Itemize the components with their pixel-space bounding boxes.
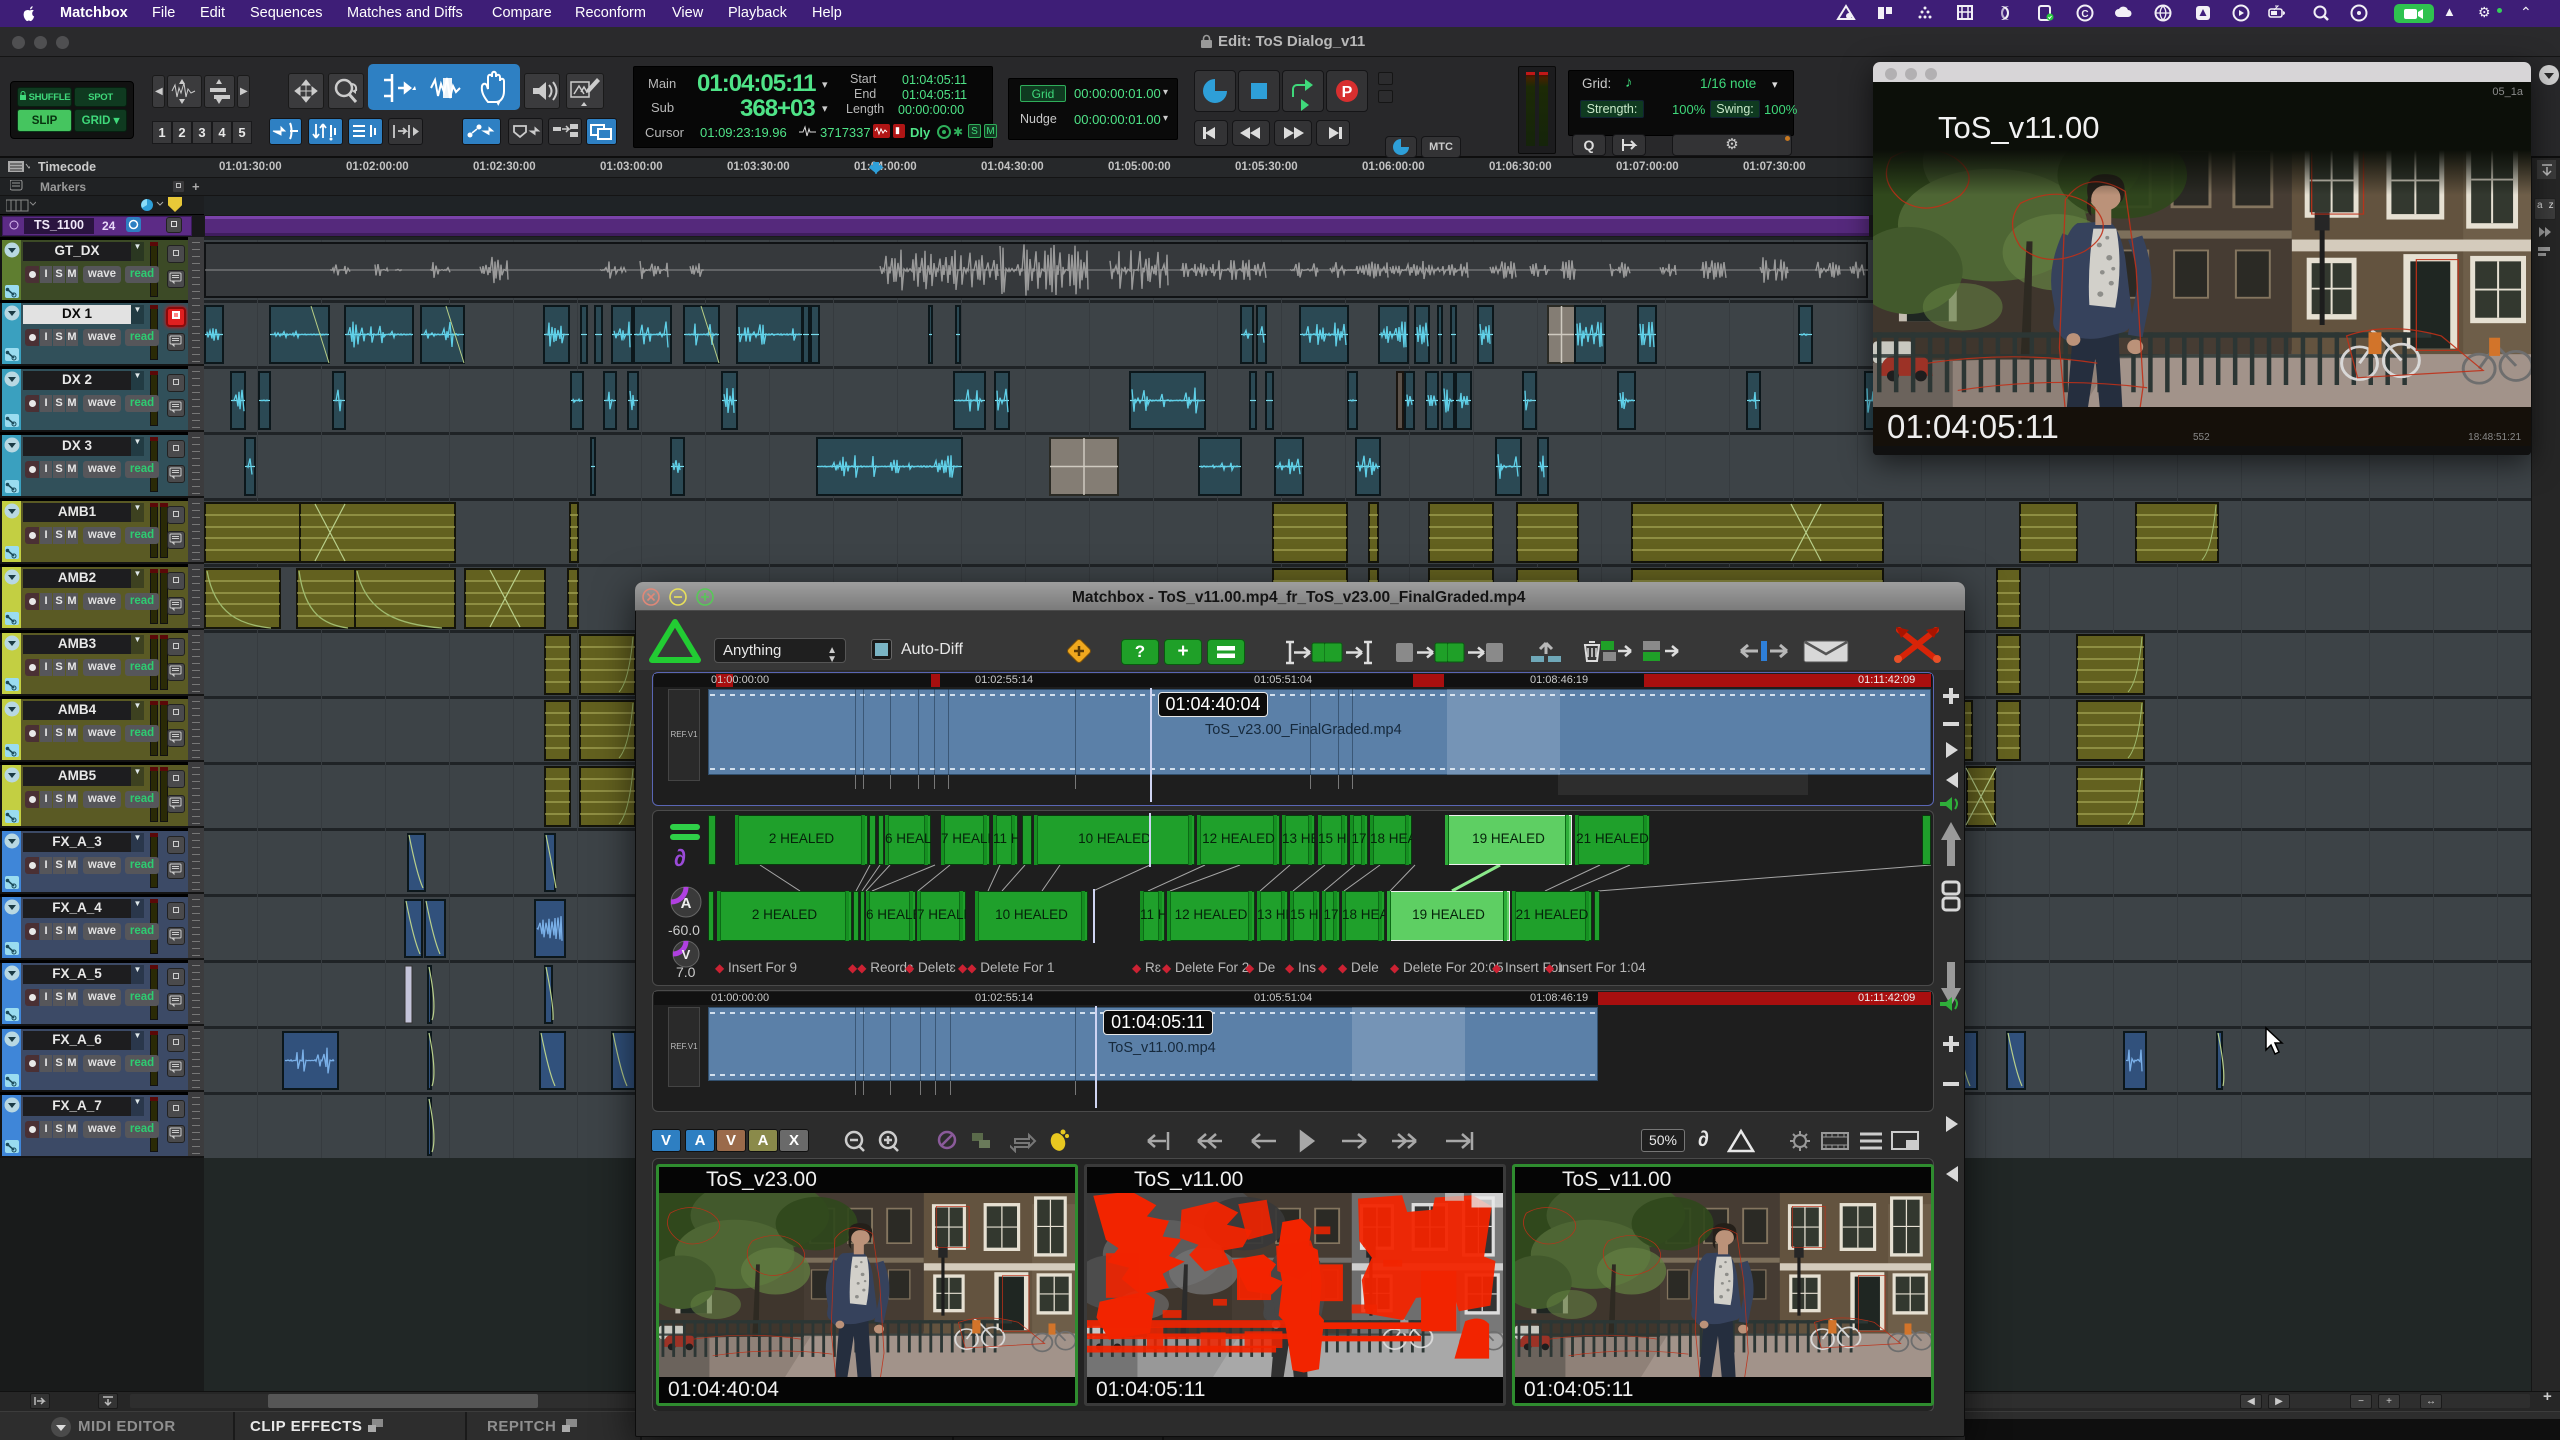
svg-text:P: P (1342, 84, 1353, 101)
svg-text:C: C (2081, 9, 2088, 20)
